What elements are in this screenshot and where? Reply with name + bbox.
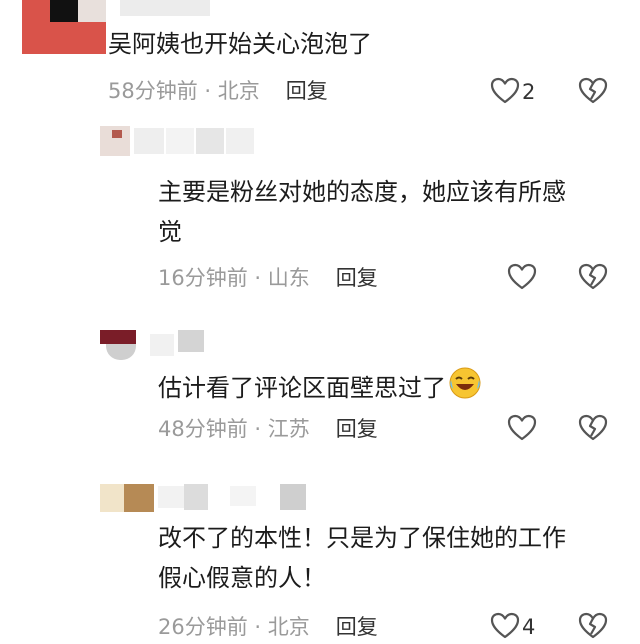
avatar[interactable]: [100, 330, 136, 360]
like-count: 4: [522, 615, 536, 639]
username-blur: [134, 128, 164, 154]
broken-heart-icon[interactable]: [578, 263, 608, 295]
heart-outline-icon[interactable]: [507, 414, 537, 446]
comment-text: 改不了的本性！只是为了保住她的工作 假心假意的人！: [158, 524, 566, 592]
avatar[interactable]: [100, 480, 154, 512]
broken-heart-icon[interactable]: [578, 77, 608, 109]
username-blur: [178, 330, 204, 352]
comment-text: 主要是粉丝对她的态度，她应该有所感 觉: [158, 178, 566, 246]
username-blur: [226, 128, 254, 154]
username-blur: [280, 484, 306, 510]
username-blur: [230, 486, 256, 506]
laughing-crying-emoji: [448, 366, 482, 412]
heart-outline-icon[interactable]: [507, 263, 537, 295]
comment-text: 吴阿姨也开始关心泡泡了: [108, 30, 372, 58]
broken-heart-icon[interactable]: [578, 612, 608, 644]
reply-button[interactable]: 回复: [336, 417, 378, 441]
avatar[interactable]: [100, 126, 130, 156]
username-blur: [158, 486, 184, 508]
comment-meta: 26分钟前 · 北京 回复: [158, 615, 378, 639]
comment-meta: 16分钟前 · 山东 回复: [158, 266, 378, 290]
comment-meta: 58分钟前 · 北京 回复: [108, 79, 328, 103]
username-blur: [150, 334, 174, 356]
comment-meta: 48分钟前 · 江苏 回复: [158, 417, 378, 441]
username-blur: [120, 0, 210, 16]
reply-button[interactable]: 回复: [336, 266, 378, 290]
reply-button[interactable]: 回复: [336, 615, 378, 639]
username-blur: [196, 128, 224, 154]
comment-text: 估计看了评论区面壁思过了: [158, 366, 482, 412]
broken-heart-icon[interactable]: [578, 414, 608, 446]
username-blur: [166, 128, 194, 154]
username-blur: [184, 484, 208, 510]
reply-button[interactable]: 回复: [286, 79, 328, 103]
heart-outline-icon[interactable]: [490, 612, 520, 644]
like-count: 2: [522, 80, 536, 104]
heart-outline-icon[interactable]: [490, 77, 520, 109]
avatar[interactable]: [22, 0, 106, 54]
